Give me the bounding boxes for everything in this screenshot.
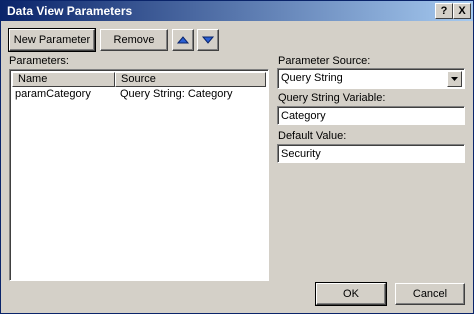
close-button[interactable]: X — [453, 3, 471, 19]
dialog-title: Data View Parameters — [7, 4, 133, 18]
new-parameter-button[interactable]: New Parameter — [8, 28, 96, 52]
parameter-source-label: Parameter Source: — [278, 55, 371, 67]
row-name-cell: paramCategory — [15, 88, 91, 100]
query-string-variable-input[interactable]: Category — [277, 106, 465, 125]
cancel-button[interactable]: Cancel — [395, 283, 465, 305]
parameters-list[interactable]: Name Source paramCategory Query String: … — [9, 69, 269, 281]
column-header-name[interactable]: Name — [12, 72, 115, 87]
row-source-cell: Query String: Category — [120, 88, 233, 100]
table-row[interactable]: paramCategory Query String: Category — [12, 87, 266, 101]
ok-label: OK — [343, 288, 359, 300]
new-parameter-label: New Parameter — [13, 34, 91, 46]
default-value-input[interactable]: Security — [277, 144, 465, 163]
column-header-source-label: Source — [121, 73, 156, 85]
data-view-parameters-dialog: Data View Parameters ? X New Parameter R… — [0, 0, 474, 314]
chevron-down-icon[interactable] — [447, 71, 462, 87]
column-header-source[interactable]: Source — [115, 72, 266, 87]
move-up-button[interactable] — [172, 29, 194, 51]
move-down-button[interactable] — [197, 29, 219, 51]
cancel-label: Cancel — [412, 288, 448, 300]
remove-button[interactable]: Remove — [100, 29, 168, 51]
title-bar: Data View Parameters ? X — [1, 1, 473, 21]
column-header-name-label: Name — [18, 73, 48, 85]
help-button[interactable]: ? — [435, 3, 453, 19]
parameter-source-value: Query String — [281, 72, 343, 84]
parameter-source-select[interactable]: Query String — [277, 68, 465, 89]
default-value-label: Default Value: — [278, 130, 347, 142]
query-string-variable-label: Query String Variable: — [278, 92, 386, 104]
remove-label: Remove — [113, 34, 155, 46]
parameters-label: Parameters: — [9, 55, 69, 67]
default-value-value: Security — [281, 148, 321, 160]
ok-button[interactable]: OK — [315, 282, 387, 306]
query-string-variable-value: Category — [281, 110, 326, 122]
